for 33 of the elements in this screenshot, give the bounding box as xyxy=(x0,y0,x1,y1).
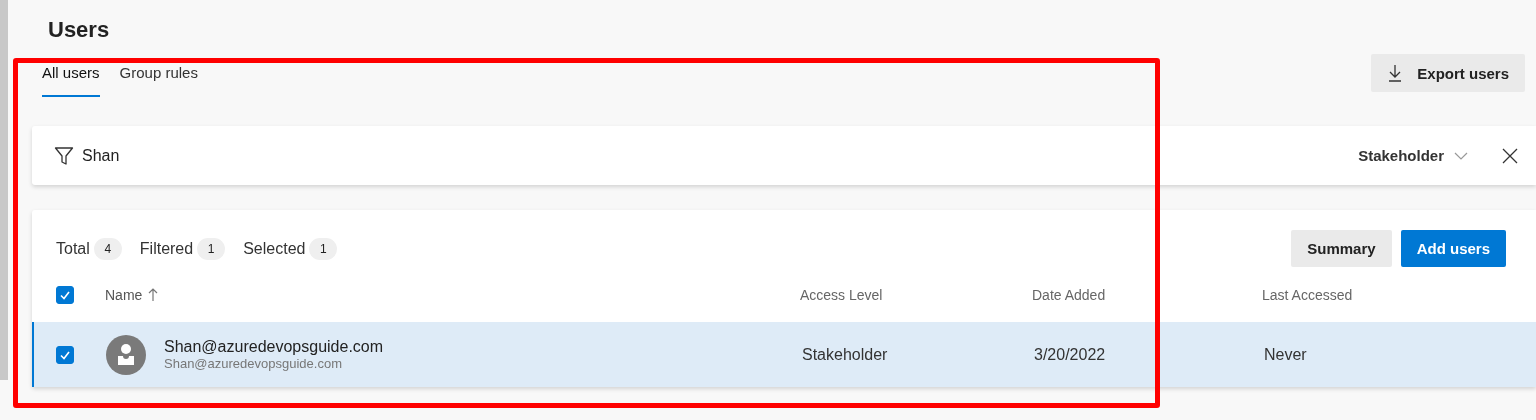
checkbox[interactable] xyxy=(56,345,74,364)
count-label: Selected xyxy=(243,239,306,258)
access-level-dropdown[interactable]: Stakeholder xyxy=(1358,147,1502,164)
export-button[interactable]: Export users xyxy=(1371,54,1525,92)
filter-keyword[interactable]: Shan xyxy=(82,146,1359,165)
close-icon xyxy=(1502,147,1518,164)
user-email: Shan@azuredevopsguide.com xyxy=(164,356,343,371)
count-badge: 1 xyxy=(197,237,226,260)
filter-icon xyxy=(54,145,74,166)
table-cell-text: 3/20/2022 xyxy=(1034,345,1107,364)
tab[interactable]: Group rules xyxy=(119,60,198,97)
count-badge: 4 xyxy=(93,237,122,260)
column-header[interactable]: Date Added xyxy=(1032,286,1262,303)
table-cell-text: Never xyxy=(1264,345,1308,364)
column-header[interactable]: Name xyxy=(105,286,800,303)
count-label: Filtered xyxy=(139,239,194,258)
scrollbar[interactable] xyxy=(0,0,8,380)
table-row[interactable]: Shan@azuredevopsguide.com Shan@azuredevopsguide.com Stakeholder 3/20/2022 Never xyxy=(32,322,1536,387)
tab[interactable]: All users xyxy=(42,60,100,97)
table-cell-text: Stakeholder xyxy=(802,345,889,364)
count-badge: 1 xyxy=(309,237,338,260)
count-label: Total xyxy=(56,239,90,258)
user-avatar-icon xyxy=(106,334,146,375)
summary-button[interactable]: Summary xyxy=(1291,230,1392,267)
add-users-button[interactable]: Add users xyxy=(1400,230,1506,267)
page-title: Users xyxy=(48,16,111,44)
chevron-down-icon xyxy=(1454,151,1468,160)
checkbox[interactable] xyxy=(56,285,74,304)
user-name: Shan@azuredevopsguide.com xyxy=(164,338,384,356)
download-icon xyxy=(1387,64,1404,82)
sort-ascending-icon xyxy=(148,287,159,302)
column-header[interactable]: Access Level xyxy=(800,286,1032,303)
column-header[interactable]: Last Accessed xyxy=(1262,286,1536,303)
